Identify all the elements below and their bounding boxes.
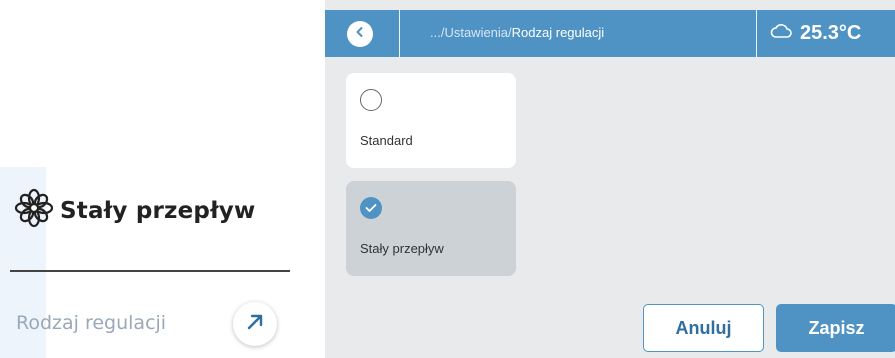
arrow-up-right-icon <box>244 311 266 338</box>
cancel-button[interactable]: Anuluj <box>643 304 764 352</box>
flower-icon <box>14 188 54 233</box>
cloud-icon <box>770 23 792 44</box>
radio-unselected-icon <box>360 89 382 111</box>
breadcrumb: .../Ustawienia/Rodzaj regulacji <box>430 25 604 40</box>
breadcrumb-current: Rodzaj regulacji <box>511 25 605 40</box>
option-label: Stały przepływ <box>360 241 444 256</box>
breadcrumb-path: .../Ustawienia/ <box>430 25 512 40</box>
zoom-open-button[interactable] <box>233 302 277 346</box>
zoom-title-row: Stały przepływ <box>14 188 255 233</box>
back-button[interactable] <box>347 21 373 47</box>
save-button[interactable]: Zapisz <box>776 304 895 352</box>
topbar-separator <box>399 10 400 57</box>
topbar-separator <box>756 10 757 57</box>
zoom-setting-label: Rodzaj regulacji <box>16 312 167 334</box>
option-constant-flow[interactable]: Stały przepływ <box>346 181 516 276</box>
zoom-divider <box>10 270 290 272</box>
zoom-callout: Stały przepływ Rodzaj regulacji <box>0 0 325 358</box>
option-label: Standard <box>360 133 413 148</box>
zoom-mode-title: Stały przepływ <box>60 197 256 224</box>
chevron-left-icon <box>354 25 366 43</box>
top-bar: .../Ustawienia/Rodzaj regulacji 25.3°C <box>325 10 895 57</box>
device-screen: .../Ustawienia/Rodzaj regulacji 25.3°C S… <box>325 0 895 358</box>
weather-status: 25.3°C <box>770 22 861 45</box>
temperature-value: 25.3°C <box>800 22 862 44</box>
option-standard[interactable]: Standard <box>346 73 516 168</box>
radio-checked-icon <box>360 197 382 219</box>
